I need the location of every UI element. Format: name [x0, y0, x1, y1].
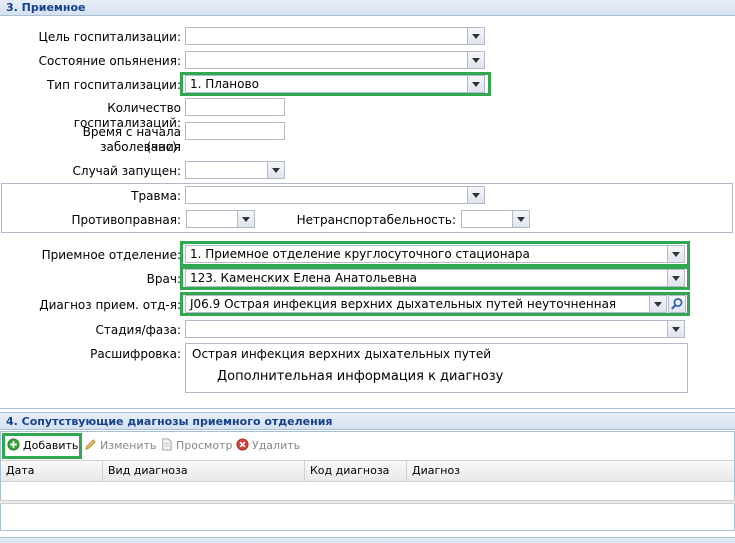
grid-header: Дата Вид диагноза Код диагноза Диагноз [1, 460, 734, 482]
chevron-down-icon[interactable] [267, 162, 284, 178]
diag-label: Диагноз прием. отд-я: [39, 298, 181, 312]
goal-label: Цель госпитализации: [38, 30, 182, 44]
intox-combo[interactable] [185, 51, 485, 69]
chevron-down-icon[interactable] [237, 211, 254, 227]
stage-label: Стадия/фаза: [95, 323, 181, 337]
col-diag[interactable]: Диагноз [407, 461, 734, 481]
delete-label: Удалить [252, 439, 301, 452]
trauma-label: Травма: [131, 189, 181, 203]
nontransport-combo[interactable] [461, 210, 530, 228]
chevron-down-icon[interactable] [512, 211, 529, 227]
edit-button[interactable]: Изменить [84, 438, 156, 454]
col-diag-type[interactable]: Вид диагноза [103, 461, 305, 481]
diag-highlight [180, 292, 690, 316]
chevron-down-icon[interactable] [467, 52, 484, 68]
document-icon [162, 438, 172, 451]
chevron-down-icon[interactable] [667, 321, 684, 337]
delete-button[interactable]: Удалить [236, 438, 300, 454]
section-3-header: 3. Приемное [0, 0, 735, 16]
trauma-combo[interactable] [185, 186, 485, 204]
add-highlight [2, 433, 82, 459]
decode-value: Острая инфекция верхних дыхательных путе… [192, 347, 492, 361]
type-label: Тип госпитализации: [46, 78, 181, 92]
dept-label: Приемное отделение: [41, 248, 181, 262]
type-highlight [180, 72, 491, 96]
next-section-header [0, 537, 735, 543]
count-input[interactable] [185, 98, 285, 116]
delete-icon [236, 438, 249, 451]
col-diag-code[interactable]: Код диагноза [305, 461, 407, 481]
late-combo[interactable] [185, 161, 285, 179]
time-label-line2: (час): [146, 140, 181, 154]
stage-combo[interactable] [185, 320, 685, 338]
grid-scrollbar[interactable] [0, 500, 735, 504]
extra-info-text: Дополнительная информация к диагнозу [217, 369, 504, 384]
edit-label: Изменить [100, 439, 157, 452]
section-4-title: 4. Сопутствующие диагнозы приемного отде… [6, 415, 333, 428]
nontransport-label: Нетранспортабельность: [296, 213, 456, 227]
chevron-down-icon[interactable] [467, 187, 484, 203]
decode-label: Расшифровка: [90, 347, 181, 361]
doctor-highlight [180, 266, 690, 290]
section-divider [0, 408, 735, 409]
doctor-label: Врач: [146, 272, 181, 286]
decode-textarea[interactable]: Острая инфекция верхних дыхательных путе… [185, 343, 688, 393]
illegal-label: Противоправная: [71, 213, 181, 227]
illegal-combo[interactable] [186, 210, 255, 228]
col-date[interactable]: Дата [1, 461, 103, 481]
pencil-icon [85, 439, 96, 450]
goal-combo[interactable] [185, 27, 485, 45]
chevron-down-icon[interactable] [467, 28, 484, 44]
intox-label: Состояние опьянения: [38, 54, 181, 68]
section-4-header: 4. Сопутствующие диагнозы приемного отде… [0, 412, 735, 430]
dept-highlight [180, 241, 690, 267]
time-input[interactable] [185, 122, 285, 140]
late-label: Случай запущен: [72, 164, 181, 178]
view-button[interactable]: Просмотр [160, 438, 232, 454]
view-label: Просмотр [176, 439, 233, 452]
section-3-title: 3. Приемное [6, 1, 86, 14]
